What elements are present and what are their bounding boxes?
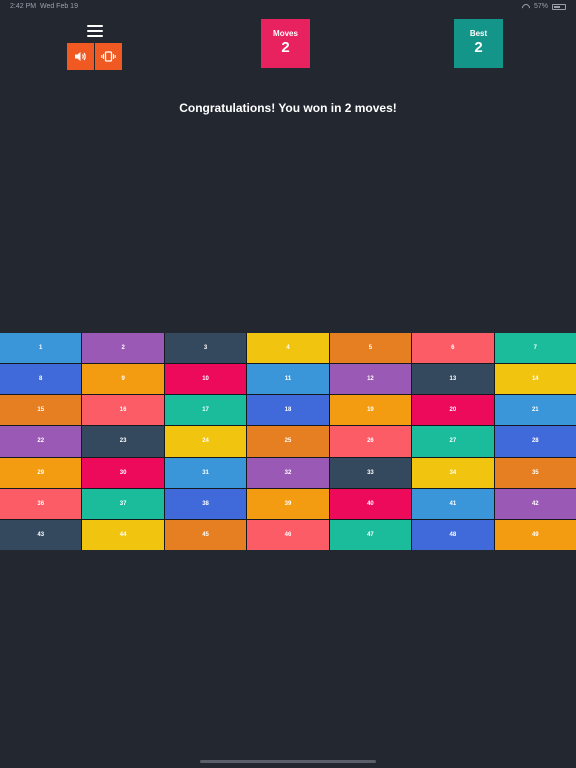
board-tile[interactable]: 21: [494, 395, 576, 426]
board-tile[interactable]: 1: [0, 333, 82, 364]
board-tile[interactable]: 25: [247, 426, 329, 457]
board-tile[interactable]: 10: [164, 364, 247, 395]
win-message: Congratulations! You won in 2 moves!: [179, 101, 397, 115]
board-tile[interactable]: 20: [412, 395, 494, 426]
board-tile[interactable]: 46: [247, 519, 329, 550]
board-tile[interactable]: 33: [329, 457, 412, 488]
board-tile[interactable]: 31: [164, 457, 247, 488]
board-tile[interactable]: 44: [82, 519, 164, 550]
board-tile[interactable]: 11: [247, 364, 329, 395]
board-tile[interactable]: 45: [164, 519, 247, 550]
board-tile[interactable]: 6: [412, 333, 494, 364]
board-tile[interactable]: 40: [329, 488, 412, 519]
sound-toggle-button[interactable]: [67, 43, 94, 70]
board-tile[interactable]: 5: [329, 333, 412, 364]
board-tile[interactable]: 42: [494, 488, 576, 519]
board-tile[interactable]: 34: [412, 457, 494, 488]
board-tile[interactable]: 38: [164, 488, 247, 519]
vibrate-icon: [101, 51, 116, 62]
moves-value: 2: [281, 39, 290, 56]
hamburger-menu-icon[interactable]: [87, 25, 103, 37]
status-date: Wed Feb 19: [39, 3, 78, 10]
board-tile[interactable]: 23: [82, 426, 164, 457]
board-tile[interactable]: 19: [329, 395, 412, 426]
board-tile[interactable]: 3: [164, 333, 247, 364]
status-time: 2:42 PM: [10, 3, 37, 10]
battery-icon: [552, 3, 566, 10]
board-tile[interactable]: 9: [82, 364, 164, 395]
vibrate-toggle-button[interactable]: [95, 43, 122, 70]
board-tile[interactable]: 29: [0, 457, 82, 488]
board-tile[interactable]: 48: [412, 519, 494, 550]
board-tile[interactable]: 32: [247, 457, 329, 488]
board-tile[interactable]: 43: [0, 519, 82, 550]
home-indicator[interactable]: [200, 760, 376, 763]
board-tile[interactable]: 13: [412, 364, 494, 395]
board-tile[interactable]: 47: [329, 519, 412, 550]
status-indicators: 57%: [522, 3, 566, 10]
status-bar: 2:42 PM Wed Feb 19 57%: [0, 0, 576, 14]
board-tile[interactable]: 49: [494, 519, 576, 550]
board-tile[interactable]: 24: [164, 426, 247, 457]
moves-label: Moves: [273, 29, 298, 38]
board-tile[interactable]: 16: [82, 395, 164, 426]
battery-percent: 57%: [533, 3, 548, 10]
best-value: 2: [474, 39, 483, 56]
board-tile[interactable]: 15: [0, 395, 82, 426]
moves-counter: Moves 2: [261, 19, 310, 68]
status-time-date: 2:42 PM Wed Feb 19: [10, 3, 78, 10]
board-tile[interactable]: 30: [82, 457, 164, 488]
board-tile[interactable]: 39: [247, 488, 329, 519]
game-board: 1 2 3 4 5 6 7 8 9 10 11 12 13 14 15 16 17 18 19 20 21 22 23 24 2…: [0, 333, 576, 550]
board-tile[interactable]: 22: [0, 426, 82, 457]
board-tile[interactable]: 41: [412, 488, 494, 519]
board-tile[interactable]: 2: [82, 333, 164, 364]
board-tile[interactable]: 14: [494, 364, 576, 395]
board-tile[interactable]: 4: [247, 333, 329, 364]
board-tile[interactable]: 28: [494, 426, 576, 457]
speaker-icon: [75, 52, 86, 61]
best-score: Best 2: [454, 19, 503, 68]
board-tile[interactable]: 18: [247, 395, 329, 426]
board-tile[interactable]: 27: [412, 426, 494, 457]
board-tile[interactable]: 12: [329, 364, 412, 395]
board-tile[interactable]: 17: [164, 395, 247, 426]
board-tile[interactable]: 26: [329, 426, 412, 457]
wifi-icon: [522, 4, 530, 10]
board-tile[interactable]: 36: [0, 488, 82, 519]
board-tile[interactable]: 37: [82, 488, 164, 519]
board-tile[interactable]: 8: [0, 364, 82, 395]
board-tile[interactable]: 7: [494, 333, 576, 364]
best-label: Best: [469, 29, 488, 38]
battery-fill: [554, 5, 560, 8]
board-tile[interactable]: 35: [494, 457, 576, 488]
